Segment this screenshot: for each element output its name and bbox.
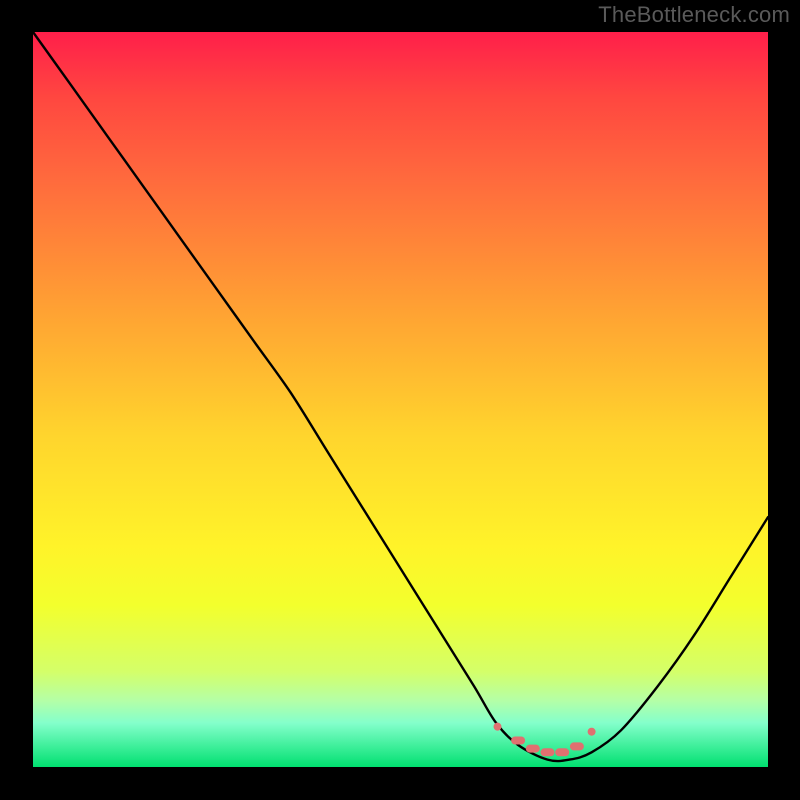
chart-plot-area [33, 32, 768, 767]
chart-svg [33, 32, 768, 767]
optimal-marker [511, 737, 525, 745]
watermark-text: TheBottleneck.com [598, 2, 790, 28]
optimal-marker [570, 742, 584, 750]
optimal-marker [586, 726, 597, 737]
optimal-range-markers [492, 721, 597, 756]
optimal-marker [555, 748, 569, 756]
chart-frame [0, 0, 800, 800]
optimal-marker [526, 745, 540, 753]
bottleneck-curve [33, 32, 768, 761]
optimal-marker [541, 748, 555, 756]
